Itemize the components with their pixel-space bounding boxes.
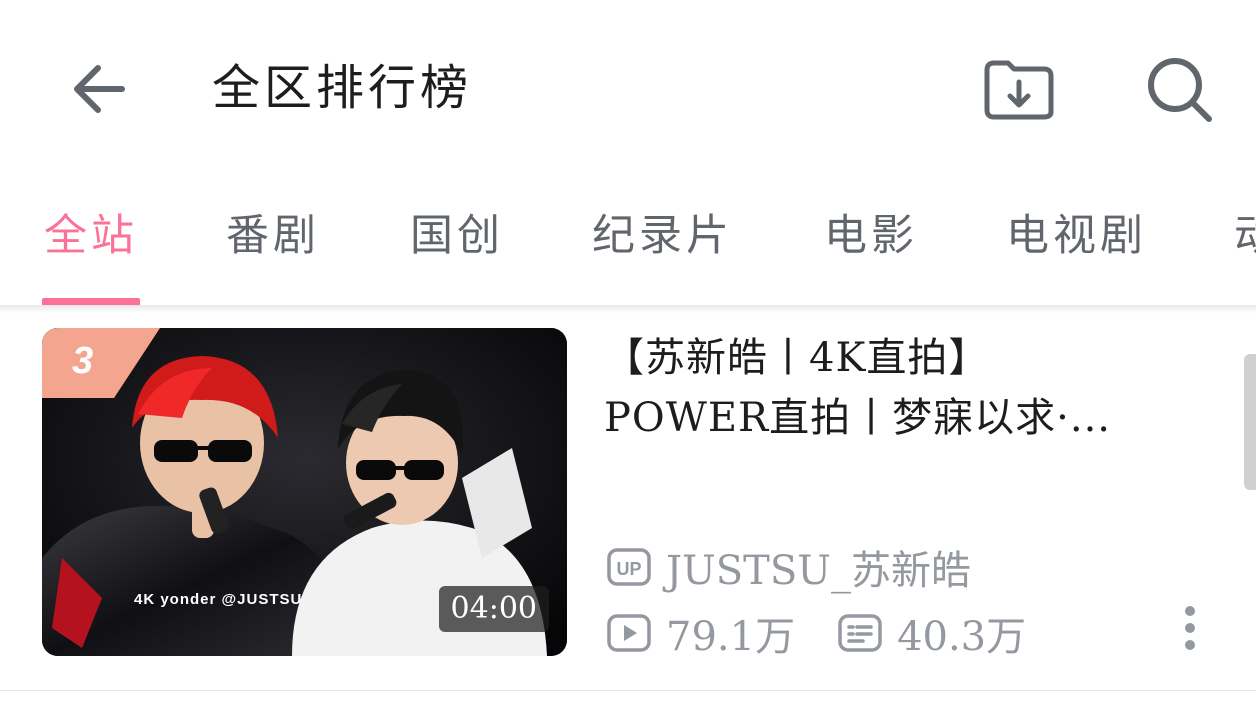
svg-text:UP: UP <box>616 559 641 579</box>
video-title[interactable]: 【苏新皓丨4K直拍】 POWER直拍丨梦寐以求·... <box>604 328 1204 448</box>
danmaku-count: 40.3万 <box>837 604 1026 662</box>
stats-row: 79.1万 40.3万 <box>606 604 1068 662</box>
download-button[interactable] <box>980 56 1058 122</box>
search-icon <box>1148 58 1212 122</box>
view-count: 79.1万 <box>606 604 795 662</box>
scrollbar[interactable] <box>1244 354 1256 490</box>
back-button[interactable] <box>64 56 134 122</box>
uploader-name: JUSTSU_苏新皓 <box>666 548 971 594</box>
tab-animation[interactable]: 动 <box>1234 208 1256 264</box>
more-dot-icon <box>1185 640 1195 650</box>
video-duration: 04:00 <box>438 586 549 632</box>
up-badge-icon: UP <box>607 548 651 586</box>
tab-tv-series[interactable]: 电视剧 <box>1006 208 1147 264</box>
danmaku-count-value: 40.3万 <box>897 614 1027 660</box>
view-count-value: 79.1万 <box>666 614 796 660</box>
video-title-line-2: POWER直拍丨梦寐以求·... <box>604 395 1111 441</box>
danmaku-icon <box>838 614 882 652</box>
tab-bangumi[interactable]: 番剧 <box>226 208 320 264</box>
thumbnail-overlay-text: 4K yonder @JUSTSU <box>134 591 303 608</box>
search-button[interactable] <box>1142 52 1218 128</box>
tab-documentary[interactable]: 纪录片 <box>592 208 733 264</box>
download-folder-icon <box>984 60 1054 120</box>
more-dot-icon <box>1185 623 1195 633</box>
tab-movie[interactable]: 电影 <box>824 208 918 264</box>
category-tabs: 全站 番剧 国创 纪录片 电影 电视剧 动 <box>0 180 1256 306</box>
arrow-left-icon <box>74 65 125 113</box>
more-dot-icon <box>1185 606 1195 616</box>
top-bar: 全区排行榜 <box>0 0 1256 180</box>
rank-badge <box>42 328 160 398</box>
tab-all[interactable]: 全站 <box>44 208 138 264</box>
play-count-icon <box>607 614 651 652</box>
more-options-button[interactable] <box>1172 602 1208 654</box>
page-title: 全区排行榜 <box>212 60 473 116</box>
rank-number: 3 <box>72 340 94 382</box>
list-divider <box>0 690 1256 691</box>
video-card[interactable]: 3 4K yonder @JUSTSU 04:00 【苏新皓丨4K直拍】 POW… <box>0 312 1256 690</box>
uploader-row[interactable]: UP JUSTSU_苏新皓 <box>606 538 971 596</box>
video-title-line-1: 【苏新皓丨4K直拍】 <box>604 335 990 381</box>
tab-guochuang[interactable]: 国创 <box>410 208 504 264</box>
video-thumbnail[interactable]: 3 4K yonder @JUSTSU 04:00 <box>42 328 567 656</box>
